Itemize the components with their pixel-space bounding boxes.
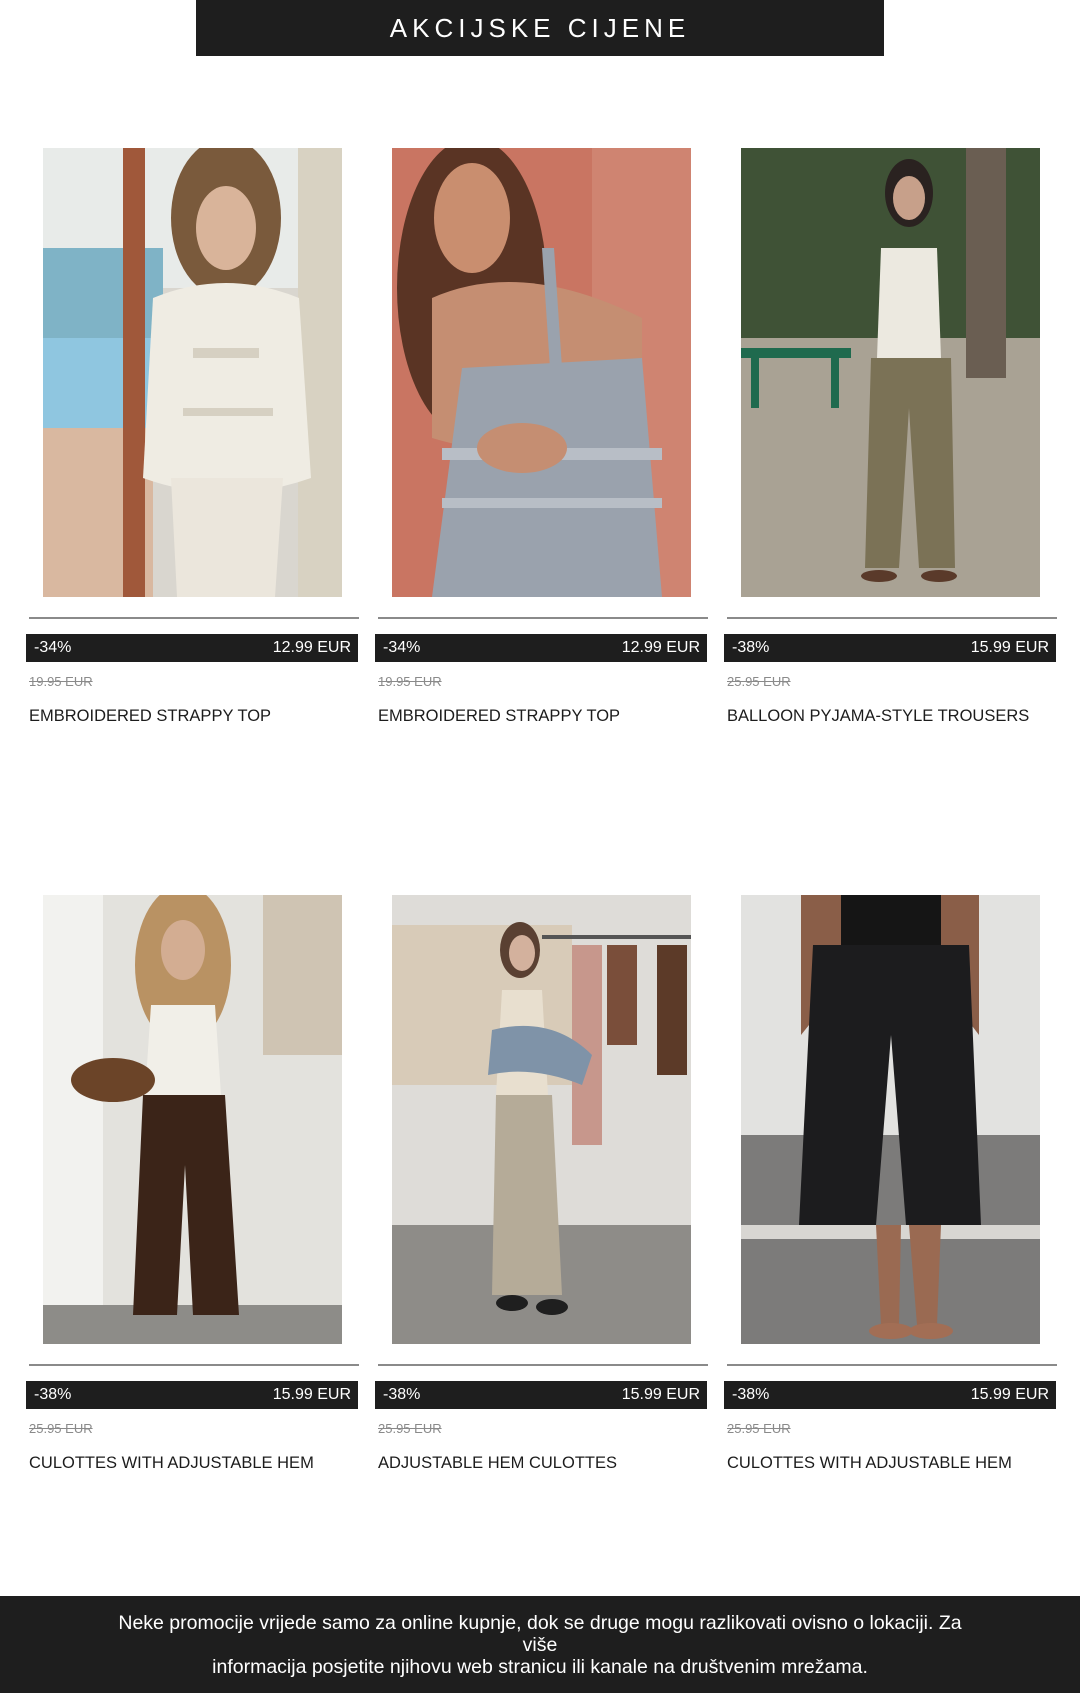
sale-price: 12.99 EUR <box>272 639 351 656</box>
product-name[interactable]: CULOTTES WITH ADJUSTABLE HEM <box>727 1454 1012 1473</box>
product-name[interactable]: BALLOON PYJAMA-STYLE TROUSERS <box>727 707 1029 726</box>
promo-banner: AKCIJSKE CIJENE <box>196 0 884 56</box>
original-price: 19.95 EUR <box>378 674 442 689</box>
black-culottes-photo[interactable] <box>741 895 1040 1344</box>
divider <box>29 1364 359 1366</box>
beige-culottes-photo[interactable] <box>392 895 691 1344</box>
product-name[interactable]: ADJUSTABLE HEM CULOTTES <box>378 1454 617 1473</box>
divider <box>727 617 1057 619</box>
original-price: 25.95 EUR <box>29 1421 93 1436</box>
discount-badge: -34% <box>383 639 421 656</box>
discount-badge: -38% <box>732 1386 770 1403</box>
product-name[interactable]: EMBROIDERED STRAPPY TOP <box>378 707 620 726</box>
price-bar: -38% 15.99 EUR <box>724 634 1056 662</box>
divider <box>378 1364 708 1366</box>
promo-disclaimer: Neke promocije vrijede samo za online ku… <box>0 1596 1080 1693</box>
white-embroidered-top-photo[interactable] <box>43 148 342 597</box>
sale-price: 15.99 EUR <box>970 639 1049 656</box>
khaki-trousers-photo[interactable] <box>741 148 1040 597</box>
divider <box>378 617 708 619</box>
original-price: 25.95 EUR <box>727 674 791 689</box>
discount-badge: -38% <box>732 639 770 656</box>
disclaimer-line-2: informacija posjetite njihovu web strani… <box>212 1655 868 1678</box>
price-bar: -38% 15.99 EUR <box>724 1381 1056 1409</box>
price-bar: -38% 15.99 EUR <box>375 1381 707 1409</box>
original-price: 25.95 EUR <box>727 1421 791 1436</box>
discount-badge: -34% <box>34 639 72 656</box>
banner-title: AKCIJSKE CIJENE <box>389 12 691 43</box>
disclaimer-line-1: Neke promocije vrijede samo za online ku… <box>118 1611 962 1656</box>
brown-culottes-photo[interactable] <box>43 895 342 1344</box>
sale-price: 12.99 EUR <box>621 639 700 656</box>
original-price: 19.95 EUR <box>29 674 93 689</box>
product-name[interactable]: CULOTTES WITH ADJUSTABLE HEM <box>29 1454 314 1473</box>
discount-badge: -38% <box>34 1386 72 1403</box>
divider <box>727 1364 1057 1366</box>
original-price: 25.95 EUR <box>378 1421 442 1436</box>
price-bar: -38% 15.99 EUR <box>26 1381 358 1409</box>
divider <box>29 617 359 619</box>
product-name[interactable]: EMBROIDERED STRAPPY TOP <box>29 707 271 726</box>
discount-badge: -38% <box>383 1386 421 1403</box>
price-bar: -34% 12.99 EUR <box>375 634 707 662</box>
grey-embroidered-top-photo[interactable] <box>392 148 691 597</box>
price-bar: -34% 12.99 EUR <box>26 634 358 662</box>
sale-price: 15.99 EUR <box>272 1386 351 1403</box>
sale-price: 15.99 EUR <box>970 1386 1049 1403</box>
sale-price: 15.99 EUR <box>621 1386 700 1403</box>
